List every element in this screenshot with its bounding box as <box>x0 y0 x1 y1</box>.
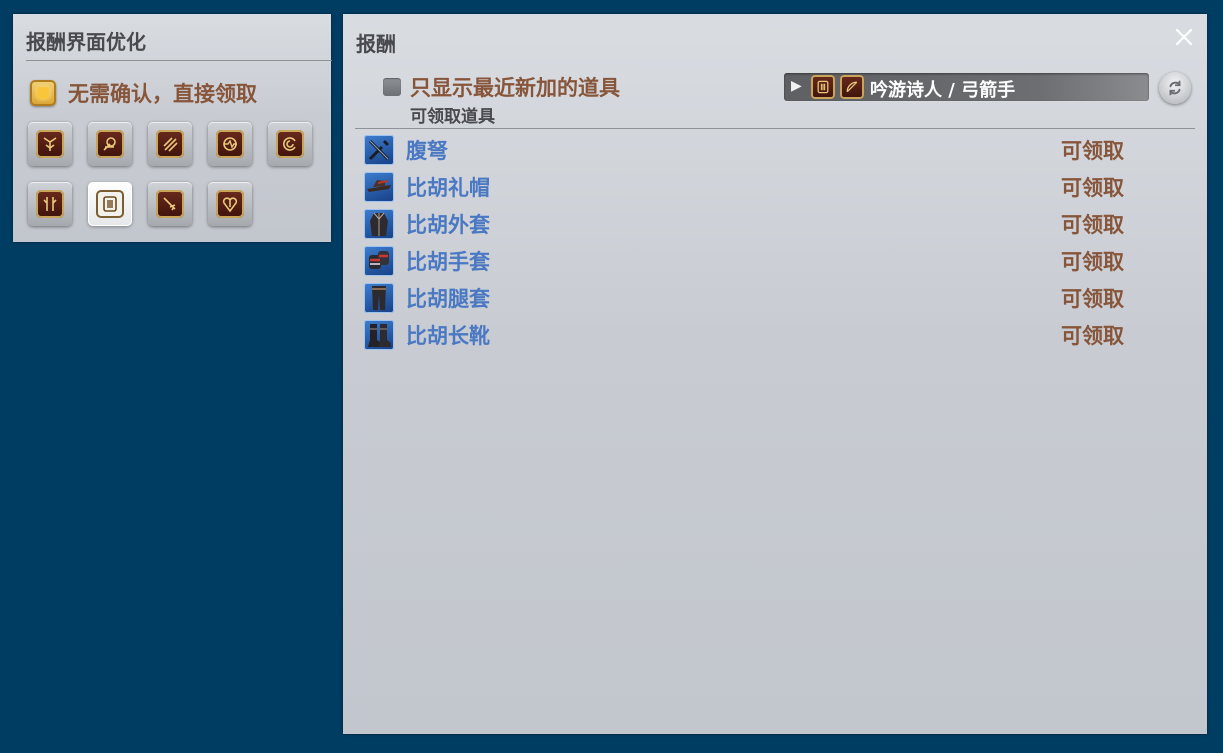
job-filter-value: 吟游诗人 / 弓箭手 <box>870 80 1016 101</box>
reward-item-row[interactable]: 比胡外套 可领取 <box>343 206 1207 243</box>
item-status: 可领取 <box>1061 250 1124 274</box>
item-name: 比胡腿套 <box>406 287 490 311</box>
job-button-white-mage[interactable] <box>268 122 312 166</box>
monk-job-icon <box>96 130 124 158</box>
job-filter-dropdown[interactable]: ▶ 吟游诗人 / 弓箭手 <box>784 73 1149 101</box>
reward-item-row[interactable]: 比胡长靴 可领取 <box>343 317 1207 354</box>
auto-claim-label[interactable]: 无需确认，直接领取 <box>68 78 257 108</box>
reward-item-row[interactable]: 腹弩 可领取 <box>343 132 1207 169</box>
divider <box>26 60 332 61</box>
dragoon-job-icon <box>216 130 244 158</box>
divider <box>355 128 1195 129</box>
reward-panel: 报酬 只显示最近新加的道具 可领取道具 ▶ 吟游诗人 / 弓箭手 腹弩 可领取 <box>343 14 1207 734</box>
white-mage-job-icon <box>276 130 304 158</box>
claimable-items-subtitle: 可领取道具 <box>410 107 495 127</box>
auto-claim-checkbox[interactable] <box>30 80 56 106</box>
job-button-warrior[interactable] <box>148 122 192 166</box>
item-status: 可领取 <box>1061 213 1124 237</box>
item-status: 可领取 <box>1061 324 1124 348</box>
item-name: 比胡礼帽 <box>406 176 490 200</box>
gloves-icon <box>364 246 394 276</box>
coat-icon <box>364 209 394 239</box>
dropdown-arrow-icon: ▶ <box>791 78 802 94</box>
reward-item-row[interactable]: 比胡礼帽 可领取 <box>343 169 1207 206</box>
ui-optimization-panel: 报酬界面优化 无需确认，直接领取 <box>13 14 332 242</box>
job-button-scholar[interactable] <box>208 182 252 226</box>
crossbow-icon <box>364 135 394 165</box>
reward-item-row[interactable]: 比胡腿套 可领取 <box>343 280 1207 317</box>
bard-job-icon <box>96 190 124 218</box>
item-status: 可领取 <box>1061 287 1124 311</box>
item-name: 比胡长靴 <box>406 324 490 348</box>
item-status: 可领取 <box>1061 176 1124 200</box>
archer-job-icon <box>840 75 864 99</box>
recent-only-label[interactable]: 只显示最近新加的道具 <box>410 72 620 102</box>
recent-only-checkbox[interactable] <box>383 78 401 96</box>
bard-job-icon <box>811 75 835 99</box>
warrior-job-icon <box>156 130 184 158</box>
reward-item-row[interactable]: 比胡手套 可领取 <box>343 243 1207 280</box>
refresh-button[interactable] <box>1159 72 1191 104</box>
job-button-monk[interactable] <box>88 122 132 166</box>
job-button-paladin[interactable] <box>28 122 72 166</box>
job-button-bard[interactable] <box>88 182 132 226</box>
hat-icon <box>364 172 394 202</box>
panel-title: 报酬 <box>356 32 396 56</box>
item-name: 腹弩 <box>406 139 448 163</box>
panel-title: 报酬界面优化 <box>26 30 146 54</box>
refresh-icon <box>1169 80 1181 96</box>
close-button[interactable] <box>1173 26 1195 48</box>
item-name: 比胡手套 <box>406 250 490 274</box>
item-status: 可领取 <box>1061 139 1124 163</box>
job-button-summoner[interactable] <box>148 182 192 226</box>
leggings-icon <box>364 283 394 313</box>
scholar-job-icon <box>216 190 244 218</box>
job-button-black-mage[interactable] <box>28 182 72 226</box>
item-name: 比胡外套 <box>406 213 490 237</box>
paladin-job-icon <box>36 130 64 158</box>
close-icon <box>1175 28 1193 46</box>
summoner-job-icon <box>156 190 184 218</box>
boots-icon <box>364 320 394 350</box>
job-button-dragoon[interactable] <box>208 122 252 166</box>
black-mage-job-icon <box>36 190 64 218</box>
